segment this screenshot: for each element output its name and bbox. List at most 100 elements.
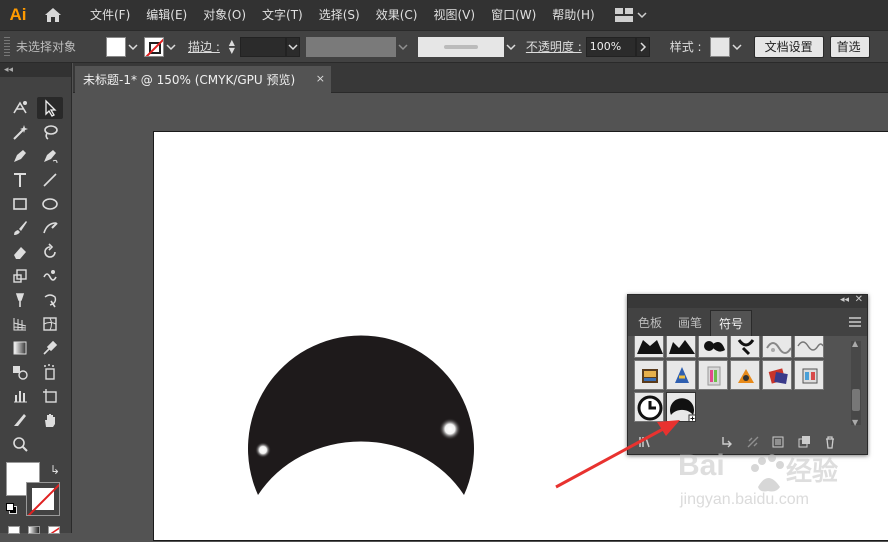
- eyedropper-tool-icon[interactable]: [37, 337, 63, 359]
- preferences-button[interactable]: 首选: [829, 35, 870, 58]
- pen-tool-icon[interactable]: [7, 145, 33, 167]
- stroke-swatch[interactable]: [144, 36, 165, 57]
- menu-type[interactable]: 文字(T): [254, 0, 311, 30]
- document-tab[interactable]: 未标题-1* @ 150% (CMYK/GPU 预览) ×: [75, 66, 331, 93]
- swap-colors-icon[interactable]: ↳: [50, 463, 60, 477]
- highlight-left: [255, 442, 271, 458]
- tab-symbols[interactable]: 符号: [710, 310, 753, 336]
- fill-swatch[interactable]: [106, 36, 127, 57]
- document-setup-button[interactable]: 文档设置: [753, 35, 824, 58]
- graphic-style-swatch[interactable]: [709, 36, 730, 57]
- opacity-label: 不透明度 :: [525, 40, 582, 54]
- fill-dropdown[interactable]: [126, 37, 140, 57]
- shaper-tool-icon[interactable]: [37, 217, 63, 239]
- scroll-up-icon[interactable]: ▲: [852, 339, 858, 348]
- close-icon[interactable]: ×: [316, 72, 325, 85]
- column-graph-tool-icon[interactable]: [7, 385, 33, 407]
- symbol-thumbnail[interactable]: [666, 336, 696, 358]
- menu-effect[interactable]: 效果(C): [368, 0, 426, 30]
- direct-selection-tool-icon[interactable]: [37, 97, 63, 119]
- symbol-libraries-icon[interactable]: [638, 435, 652, 449]
- menu-help[interactable]: 帮助(H): [544, 0, 602, 30]
- close-panel-icon[interactable]: ✕: [855, 294, 863, 305]
- line-segment-tool-icon[interactable]: [37, 169, 63, 191]
- rotate-tool-icon[interactable]: [37, 241, 63, 263]
- symbol-thumbnail[interactable]: [634, 360, 664, 390]
- symbol-thumbnail[interactable]: [666, 360, 696, 390]
- scroll-down-icon[interactable]: ▼: [852, 418, 858, 427]
- ellipse-tool-icon[interactable]: [37, 193, 63, 215]
- tab-swatches[interactable]: 色板: [630, 310, 670, 336]
- menu-object[interactable]: 对象(O): [195, 0, 254, 30]
- baidu-watermark: Bai 经验 jingyan.baidu.com: [676, 447, 846, 517]
- workspace-grid-icon: [614, 8, 633, 22]
- brush-definition[interactable]: [417, 36, 504, 57]
- menu-file[interactable]: 文件(F): [82, 0, 138, 30]
- curvature-tool-icon[interactable]: [37, 145, 63, 167]
- symbol-thumbnail[interactable]: [794, 360, 824, 390]
- menu-view[interactable]: 视图(V): [425, 0, 483, 30]
- slice-tool-icon[interactable]: [7, 409, 33, 431]
- mesh-tool-icon[interactable]: [37, 313, 63, 335]
- stroke-dropdown[interactable]: [164, 37, 178, 57]
- rectangle-tool-icon[interactable]: [7, 193, 33, 215]
- blend-tool-icon[interactable]: [7, 361, 33, 383]
- symbols-panel: ◂◂ ✕ 色板 画笔 符号 ▲ ▼: [627, 294, 868, 455]
- type-tool-icon[interactable]: [7, 169, 33, 191]
- workspace-switcher[interactable]: [614, 0, 647, 30]
- gradient-tool-icon[interactable]: [7, 337, 33, 359]
- symbol-thumbnail[interactable]: [730, 360, 760, 390]
- symbol-clock-thumbnail[interactable]: [634, 392, 664, 422]
- symbol-sprayer-tool-icon[interactable]: [37, 361, 63, 383]
- control-bar-grip[interactable]: [4, 36, 10, 57]
- symbol-thumbnail[interactable]: [730, 336, 760, 358]
- stroke-weight-dropdown[interactable]: [285, 36, 300, 57]
- symbol-thumbnail[interactable]: [794, 336, 824, 358]
- stroke-weight-stepper[interactable]: ▲ ▼: [226, 37, 238, 57]
- tools-panel: ◂◂ ↳: [0, 63, 72, 534]
- variable-width-dropdown[interactable]: [396, 37, 410, 57]
- eraser-tool-icon[interactable]: [7, 241, 33, 263]
- warp-tool-icon[interactable]: [37, 265, 63, 287]
- free-transform-tool-icon[interactable]: [37, 289, 63, 311]
- scale-tool-icon[interactable]: [7, 265, 33, 287]
- symbol-thumbnail[interactable]: [634, 336, 664, 358]
- menu-select[interactable]: 选择(S): [311, 0, 368, 30]
- default-colors-icon[interactable]: [6, 503, 18, 515]
- menu-edit[interactable]: 编辑(E): [138, 0, 195, 30]
- home-icon[interactable]: [36, 0, 70, 30]
- symbol-thumbnail[interactable]: [698, 360, 728, 390]
- puppet-warp-tool-icon[interactable]: [7, 289, 33, 311]
- panel-title-bar[interactable]: ◂◂ ✕: [628, 294, 867, 308]
- opacity-arrow[interactable]: [635, 36, 650, 57]
- perspective-grid-tool-icon[interactable]: [7, 313, 33, 335]
- symbol-thumbnail[interactable]: [762, 360, 792, 390]
- chevron-down-icon: [637, 12, 647, 19]
- stroke-color-box[interactable]: [26, 482, 60, 516]
- style-label: 样式 :: [669, 40, 702, 54]
- hand-tool-icon[interactable]: [37, 409, 63, 431]
- opacity-input[interactable]: 100%: [585, 36, 636, 57]
- document-tab-title: 未标题-1* @ 150% (CMYK/GPU 预览): [83, 73, 296, 87]
- symbol-thumbnail[interactable]: [762, 336, 792, 358]
- brush-dropdown[interactable]: [504, 37, 518, 57]
- symbol-thumbnail[interactable]: [698, 336, 728, 358]
- anchor-point-tool-icon[interactable]: [7, 97, 33, 119]
- panel-scrollbar[interactable]: ▲ ▼: [851, 339, 861, 427]
- zoom-tool-icon[interactable]: [7, 433, 33, 455]
- stroke-weight-input[interactable]: [239, 36, 286, 57]
- symbol-crescent-thumbnail[interactable]: [666, 392, 696, 422]
- tools-panel-collapse[interactable]: ◂◂: [0, 63, 71, 77]
- menu-window[interactable]: 窗口(W): [483, 0, 544, 30]
- tab-brushes[interactable]: 画笔: [670, 310, 710, 336]
- paintbrush-tool-icon[interactable]: [7, 217, 33, 239]
- graphic-style-dropdown[interactable]: [730, 37, 744, 57]
- magic-wand-tool-icon[interactable]: [7, 121, 33, 143]
- scrollbar-thumb[interactable]: [852, 389, 860, 411]
- watermark-brand-cn: 经验: [786, 457, 839, 487]
- collapse-panel-icon[interactable]: ◂◂: [840, 295, 849, 305]
- panel-menu-icon[interactable]: [849, 316, 861, 330]
- variable-width-profile[interactable]: [305, 36, 396, 57]
- artboard-tool-icon[interactable]: [37, 385, 63, 407]
- lasso-tool-icon[interactable]: [37, 121, 63, 143]
